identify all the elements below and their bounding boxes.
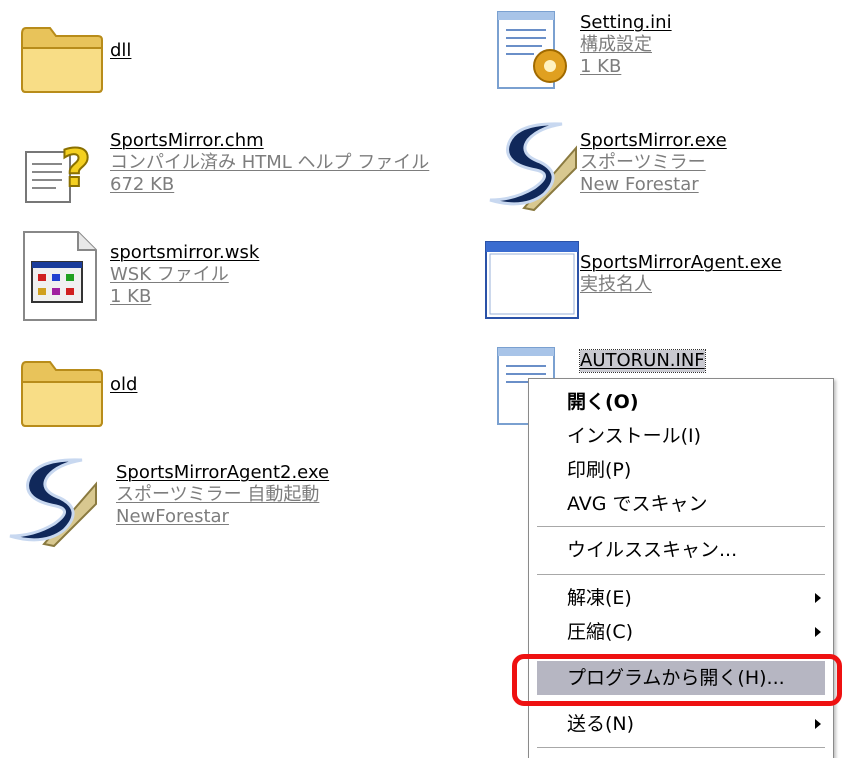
submenu-arrow-icon: [815, 593, 821, 603]
file-type: WSK ファイル: [110, 264, 229, 285]
menu-item-compress[interactable]: 圧縮(C): [537, 615, 825, 649]
sportsmirror-app-icon: [9, 458, 97, 548]
menu-item-label: 解凍(E): [567, 587, 632, 609]
menu-item-label: インストール(I): [567, 425, 702, 447]
file-description: 実技名人: [580, 274, 652, 295]
menu-item-install[interactable]: インストール(I): [537, 419, 825, 453]
menu-item-label: 印刷(P): [567, 459, 632, 481]
file-company: New Forestar: [580, 174, 699, 195]
file-company: NewForestar: [116, 506, 229, 527]
menu-item-virus-scan[interactable]: ウイルススキャン...: [537, 533, 825, 567]
config-file-icon: [497, 11, 567, 89]
file-type: 構成設定: [580, 34, 652, 55]
folder-icon: [21, 361, 103, 427]
menu-separator: [537, 701, 825, 702]
file-name: SportsMirrorAgent.exe: [580, 252, 782, 273]
menu-item-avg-scan[interactable]: AVG でスキャン: [537, 487, 825, 521]
file-name: sportsmirror.wsk: [110, 242, 260, 263]
wsk-file-icon: [23, 231, 97, 321]
menu-item-label: 送る(N): [567, 713, 635, 735]
menu-item-open-with[interactable]: プログラムから開く(H)...: [537, 661, 825, 695]
sportsmirror-app-icon: [489, 122, 577, 212]
file-name: dll: [110, 40, 132, 61]
file-type: コンパイル済み HTML ヘルプ ファイル: [110, 152, 430, 173]
folder-icon: [21, 27, 103, 93]
file-size: 1 KB: [580, 56, 622, 77]
submenu-arrow-icon: [815, 627, 821, 637]
file-name: SportsMirror.chm: [110, 130, 264, 151]
menu-item-label: AVG でスキャン: [567, 493, 708, 515]
file-description: スポーツミラー 自動起動: [116, 484, 320, 505]
menu-item-open[interactable]: 開く(O): [537, 385, 825, 419]
menu-separator: [537, 574, 825, 575]
context-menu: 開く(O) インストール(I) 印刷(P) AVG でスキャン ウイルススキャン…: [528, 378, 834, 758]
file-name: Setting.ini: [580, 12, 672, 33]
menu-item-label: 開く(O): [567, 391, 639, 413]
file-name: old: [110, 374, 138, 395]
menu-item-extract[interactable]: 解凍(E): [537, 581, 825, 615]
file-name: SportsMirror.exe: [580, 130, 727, 151]
menu-item-label: プログラムから開く(H)...: [567, 667, 785, 689]
menu-separator: [537, 655, 825, 656]
file-name: AUTORUN.INF: [579, 349, 706, 373]
menu-item-print[interactable]: 印刷(P): [537, 453, 825, 487]
application-window-icon: [485, 241, 579, 319]
menu-separator: [537, 747, 825, 748]
menu-item-label: 圧縮(C): [567, 621, 634, 643]
file-name: SportsMirrorAgent2.exe: [116, 462, 330, 483]
submenu-arrow-icon: [815, 719, 821, 729]
menu-separator: [537, 526, 825, 527]
file-size: 1 KB: [110, 286, 152, 307]
svg-text:?: ?: [61, 139, 91, 199]
menu-item-label: ウイルススキャン...: [567, 539, 738, 561]
explorer-window: dll Setting.ini 構成設定 1 KB ? SportsMirror…: [0, 0, 842, 758]
file-size: 672 KB: [110, 174, 175, 195]
file-description: スポーツミラー: [580, 152, 706, 173]
help-file-icon: ?: [25, 138, 92, 203]
menu-item-send-to[interactable]: 送る(N): [537, 707, 825, 741]
